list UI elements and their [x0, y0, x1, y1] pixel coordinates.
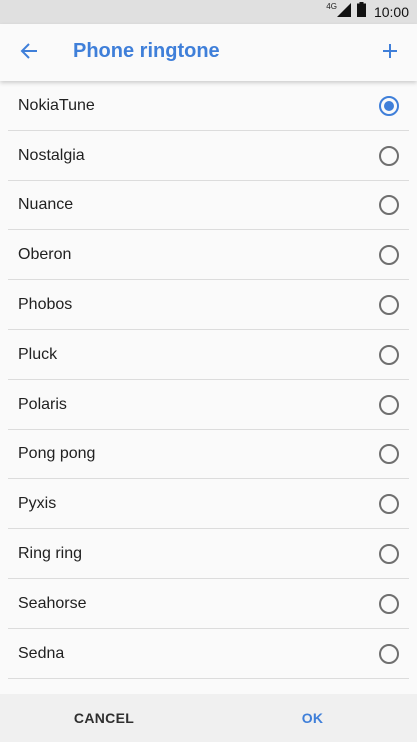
ringtone-item[interactable]: Polaris — [0, 380, 417, 430]
radio-unchecked-icon[interactable] — [379, 145, 399, 166]
radio-unchecked-icon[interactable] — [379, 593, 399, 614]
ringtone-label: Nostalgia — [18, 146, 85, 164]
radio-unchecked-icon[interactable] — [379, 444, 399, 465]
ringtone-item[interactable]: NokiaTune — [0, 81, 417, 131]
add-ringtone-button[interactable] — [375, 38, 405, 68]
ringtone-item[interactable]: Nostalgia — [0, 131, 417, 181]
dialog-button-bar: CANCEL OK — [0, 694, 417, 742]
cancel-button[interactable]: CANCEL — [0, 694, 208, 742]
ringtone-item[interactable]: Ring ring — [0, 529, 417, 579]
radio-unchecked-icon[interactable] — [379, 245, 399, 266]
network-type-label: 4G — [326, 1, 337, 11]
status-time: 10:00 — [373, 4, 409, 20]
ringtone-item[interactable]: Sedna — [0, 629, 417, 679]
ringtone-label: NokiaTune — [18, 96, 95, 114]
app-bar: Phone ringtone — [0, 24, 417, 81]
ringtone-item[interactable]: Phobos — [0, 280, 417, 330]
radio-unchecked-icon[interactable] — [379, 344, 399, 365]
status-bar: 4G 10:00 — [0, 0, 417, 24]
ringtone-item[interactable]: Oberon — [0, 230, 417, 280]
ringtone-label: Ring ring — [18, 545, 83, 563]
ringtone-label: Seahorse — [18, 594, 87, 612]
battery-icon — [356, 2, 366, 22]
ringtone-label: Phobos — [18, 296, 73, 314]
ringtone-item[interactable]: Seahorse — [0, 579, 417, 629]
ringtone-label: Sedna — [18, 644, 65, 662]
ringtone-label: Oberon — [18, 246, 72, 264]
ringtone-item[interactable]: Nuance — [0, 181, 417, 231]
radio-unchecked-icon[interactable] — [379, 295, 399, 316]
radio-unchecked-icon[interactable] — [379, 494, 399, 515]
ringtone-item[interactable]: Pong pong — [0, 430, 417, 480]
ringtone-label: Pyxis — [18, 495, 57, 513]
arrow-back-icon — [19, 41, 39, 66]
ringtone-item[interactable]: Pyxis — [0, 479, 417, 529]
signal-icon — [336, 2, 351, 22]
radio-unchecked-icon[interactable] — [379, 643, 399, 664]
ringtone-label: Nuance — [18, 196, 74, 214]
page-title: Phone ringtone — [73, 40, 220, 62]
ringtone-label: Polaris — [18, 395, 67, 413]
status-icons: 4G 10:00 — [326, 0, 409, 24]
ringtone-label: Pluck — [18, 345, 58, 363]
ringtone-item[interactable]: Pluck — [0, 330, 417, 380]
radio-checked-icon[interactable] — [379, 95, 399, 116]
radio-unchecked-icon[interactable] — [379, 394, 399, 415]
radio-unchecked-icon[interactable] — [379, 544, 399, 565]
ok-button[interactable]: OK — [208, 694, 417, 742]
back-button[interactable] — [15, 39, 43, 67]
radio-unchecked-icon[interactable] — [379, 195, 399, 216]
plus-icon — [382, 43, 398, 64]
ringtone-label: Pong pong — [18, 445, 96, 463]
ringtone-list: NokiaTune Nostalgia Nuance Oberon Phobos Pluc… — [0, 81, 417, 679]
